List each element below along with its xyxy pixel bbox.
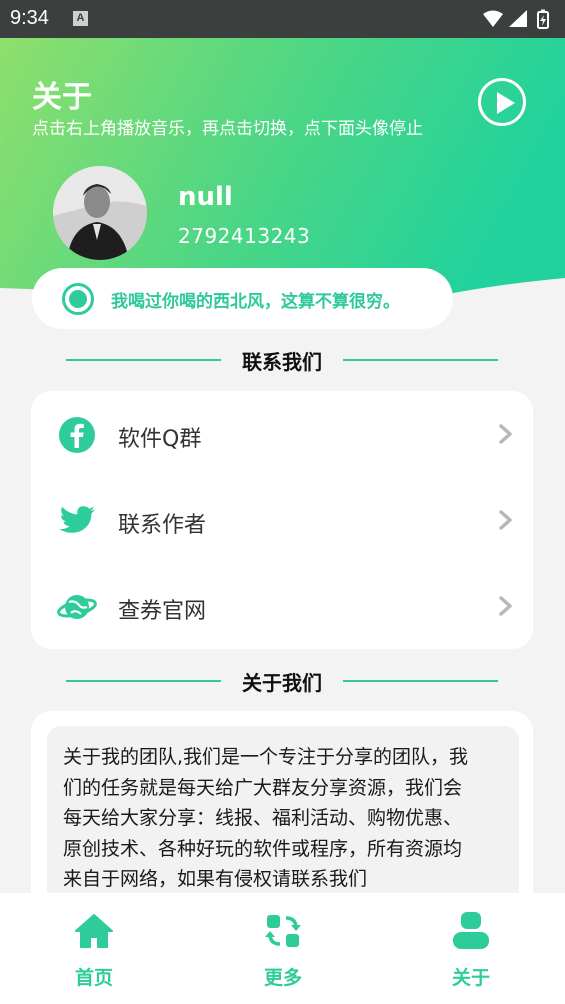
battery-icon	[537, 9, 549, 29]
play-icon	[497, 92, 515, 114]
wifi-icon	[483, 10, 503, 27]
facebook-icon	[59, 417, 95, 453]
contact-item-website[interactable]: 查券官网	[31, 563, 533, 649]
divider	[343, 680, 498, 682]
nav-about[interactable]: 关于	[411, 893, 531, 1004]
page-title: 关于	[32, 80, 92, 115]
about-text-line: 关于我的团队,我们是一个专注于分享的团队，我	[63, 746, 469, 768]
contact-item-label: 联系作者	[118, 513, 207, 538]
chevron-right-icon	[499, 596, 512, 616]
status-time: 9:34	[10, 7, 49, 29]
user-name: null	[178, 182, 233, 212]
chevron-right-icon	[499, 424, 512, 444]
contact-list: 软件Q群 联系作者 查券官网	[31, 391, 533, 649]
page-subtitle: 点击右上角播放音乐，再点击切换，点下面头像停止	[32, 119, 423, 139]
play-music-button[interactable]	[478, 78, 526, 126]
chevron-right-icon	[499, 510, 512, 530]
user-icon	[453, 912, 489, 949]
divider	[343, 359, 498, 361]
nav-label: 关于	[451, 967, 490, 989]
twitter-icon	[59, 506, 95, 533]
avatar-image	[53, 166, 147, 260]
about-text-line: 原创技术、各种好玩的软件或程序，所有资源均	[63, 837, 463, 860]
quote-banner: 我喝过你喝的西北风，这算不算很穷。	[32, 268, 453, 329]
user-id: 2792413243	[178, 224, 311, 248]
contact-item-author[interactable]: 联系作者	[31, 477, 533, 563]
contact-item-label: 软件Q群	[118, 427, 202, 452]
status-icons	[483, 9, 549, 29]
quote-text: 我喝过你喝的西北风，这算不算很穷。	[111, 292, 400, 312]
planet-icon	[57, 595, 97, 619]
about-section-heading: 关于我们	[66, 666, 498, 696]
avatar[interactable]	[53, 166, 147, 260]
contact-item-qq-group[interactable]: 软件Q群	[31, 391, 533, 477]
nav-more[interactable]: 更多	[223, 893, 343, 1004]
nav-home[interactable]: 首页	[34, 893, 154, 1004]
contact-section-heading: 联系我们	[66, 345, 498, 375]
about-text: 关于我的团队,我们是一个专注于分享的团队，我 们的任务就是每天给广大群友分享资源…	[63, 742, 503, 895]
about-text-line: 们的任务就是每天给广大群友分享资源，我们会	[63, 776, 463, 799]
signal-icon	[509, 10, 527, 27]
radio-dot-icon	[62, 283, 94, 315]
bottom-nav: 首页 更多 关于	[0, 893, 565, 1004]
contact-item-label: 查券官网	[118, 599, 207, 624]
about-text-line: 来自于网络，如果有侵权请联系我们	[63, 868, 368, 890]
swap-icon	[265, 915, 301, 947]
notification-icon: A	[73, 11, 88, 26]
nav-label: 首页	[74, 967, 113, 989]
about-text-line: 每天给大家分享：线报、福利活动、购物优惠、	[63, 807, 463, 829]
nav-label: 更多	[263, 967, 302, 989]
home-icon	[75, 914, 113, 948]
status-bar: 9:34 A	[0, 0, 565, 38]
